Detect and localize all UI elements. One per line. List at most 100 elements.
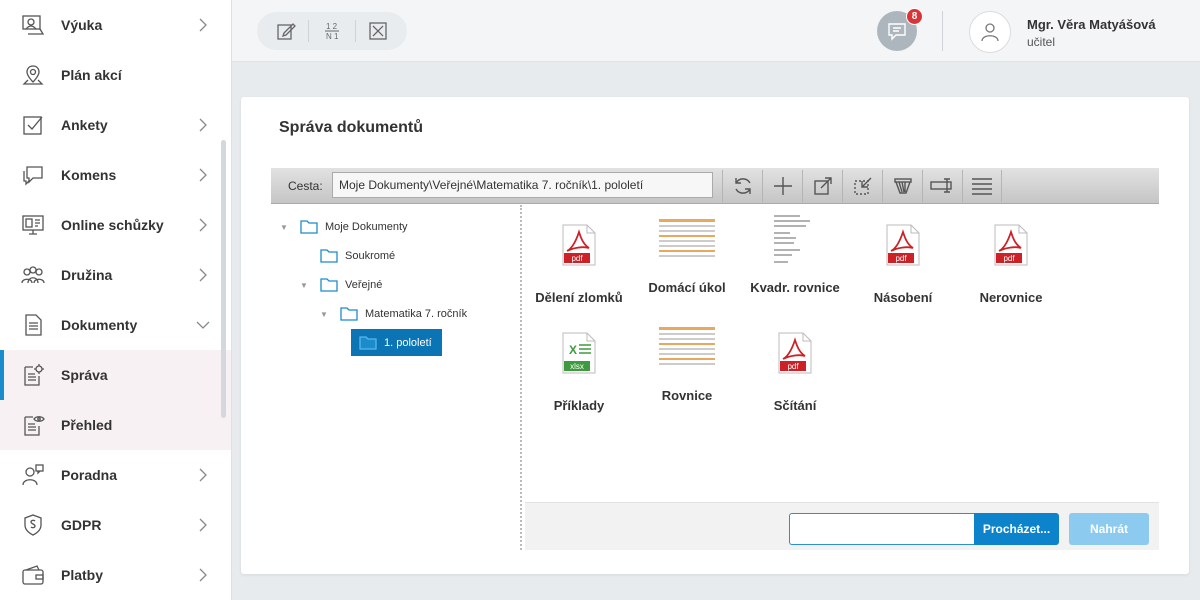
- sidebar-item-poradna[interactable]: Poradna: [0, 450, 231, 500]
- upload-button[interactable]: Nahrát: [1069, 513, 1149, 545]
- tree-node-label: Matematika 7. ročník: [365, 308, 468, 320]
- user-role: učitel: [1027, 35, 1056, 49]
- gdpr-icon: [20, 512, 46, 538]
- chevron-right-icon: [199, 18, 207, 32]
- sidebar: Výuka Plán akcí Ankety Komens Online sch…: [0, 0, 232, 600]
- sidebar-item-vyuka[interactable]: Výuka: [0, 0, 231, 50]
- sidebar-item-label: Přehled: [61, 417, 113, 433]
- sidebar-item-gdpr[interactable]: GDPR: [0, 500, 231, 550]
- pane-splitter[interactable]: [520, 205, 522, 550]
- add-button[interactable]: [762, 170, 802, 202]
- xlsx-file-icon: Xxlsx: [525, 323, 633, 383]
- avatar[interactable]: [969, 11, 1011, 53]
- refresh-icon: [734, 178, 751, 194]
- svg-text:N 1: N 1: [326, 32, 339, 41]
- chevron-right-icon: [199, 568, 207, 582]
- sidebar-item-label: Plán akcí: [61, 67, 122, 83]
- folder-icon: [320, 249, 338, 263]
- sidebar-item-label: Správa: [61, 367, 108, 383]
- expand-arrow-icon[interactable]: ▼: [320, 310, 330, 319]
- teaching-icon: [20, 12, 46, 38]
- file-name: Nerovnice: [979, 290, 1043, 305]
- file-item[interactable]: Xxlsx Příklady: [525, 323, 633, 413]
- user-icon: [981, 23, 999, 42]
- filter-button[interactable]: [882, 170, 922, 202]
- upload-file-input[interactable]: [789, 513, 974, 545]
- sidebar-item-dokumenty[interactable]: Dokumenty: [0, 300, 231, 350]
- topbar-divider: [942, 11, 943, 51]
- chevron-down-icon: [196, 321, 210, 329]
- tree-node-matematika[interactable]: ▼ Matematika 7. ročník: [320, 302, 467, 326]
- sidebar-scrollbar[interactable]: [221, 140, 226, 418]
- tree-node-label: Moje Dokumenty: [325, 221, 408, 233]
- user-name[interactable]: Mgr. Věra Matyášová: [1027, 17, 1156, 32]
- folder-icon: [320, 278, 338, 292]
- file-name: Příklady: [553, 398, 605, 413]
- file-item[interactable]: pdf Nerovnice: [957, 215, 1065, 305]
- tree-node-moje-dokumenty[interactable]: ▼ Moje Dokumenty: [280, 215, 408, 239]
- export-button[interactable]: [802, 170, 842, 202]
- chat-icon: [20, 162, 46, 188]
- list-view-icon: [972, 178, 992, 195]
- chevron-right-icon: [199, 468, 207, 482]
- refresh-button[interactable]: [722, 170, 762, 202]
- chevron-right-icon: [199, 168, 207, 182]
- file-item[interactable]: Kvadr. rovnice: [741, 205, 849, 295]
- browse-button[interactable]: Procházet...: [974, 513, 1059, 545]
- svg-text:1 2: 1 2: [326, 22, 338, 31]
- file-name: Násobení: [873, 290, 933, 305]
- list-view-button[interactable]: [962, 170, 1002, 202]
- svg-text:pdf: pdf: [895, 254, 907, 263]
- file-name: Kvadr. rovnice: [750, 280, 840, 295]
- tree-node-verejne[interactable]: ▼ Veřejné: [300, 273, 382, 297]
- sidebar-item-ankety[interactable]: Ankety: [0, 100, 231, 150]
- pdf-file-icon: pdf: [957, 215, 1065, 275]
- file-item[interactable]: Rovnice: [633, 313, 741, 403]
- document-icon: [20, 312, 46, 338]
- sidebar-item-prehled[interactable]: Přehled: [0, 400, 231, 450]
- document-view-icon: [20, 412, 46, 438]
- file-item[interactable]: Domácí úkol: [633, 205, 741, 295]
- document-settings-icon: [20, 362, 46, 388]
- rename-icon: [929, 178, 952, 193]
- folder-icon: [340, 307, 358, 321]
- file-item[interactable]: pdf Sčítání: [741, 323, 849, 413]
- svg-text:pdf: pdf: [787, 362, 799, 371]
- edit-icon[interactable]: [271, 16, 301, 46]
- import-button[interactable]: [842, 170, 882, 202]
- checkbox-icon: [20, 112, 46, 138]
- group-icon: [20, 262, 46, 288]
- expand-arrow-icon[interactable]: ▼: [280, 223, 290, 232]
- sidebar-item-online-schuzky[interactable]: Online schůzky: [0, 200, 231, 250]
- path-input[interactable]: Moje Dokumenty\Veřejné\Matematika 7. roč…: [332, 172, 713, 198]
- tree-node-label: 1. pololetí: [384, 336, 432, 349]
- map-pin-icon: [20, 62, 46, 88]
- tree-node-1-pololeti[interactable]: 1. pololetí: [351, 329, 442, 356]
- file-name: Dělení zlomků: [535, 290, 623, 305]
- pdf-file-icon: pdf: [741, 323, 849, 383]
- sidebar-item-druzina[interactable]: Družina: [0, 250, 231, 300]
- svg-text:pdf: pdf: [1003, 254, 1015, 263]
- sidebar-item-plan-akci[interactable]: Plán akcí: [0, 50, 231, 100]
- file-item[interactable]: pdf Násobení: [849, 215, 957, 305]
- fraction-icon[interactable]: 1 2N 1: [317, 16, 347, 46]
- svg-text:X: X: [569, 343, 577, 357]
- sidebar-item-platby[interactable]: Platby: [0, 550, 231, 600]
- document-preview-icon: [741, 205, 849, 275]
- file-item[interactable]: pdf Dělení zlomků: [525, 215, 633, 305]
- tree-node-soukrome[interactable]: Soukromé: [320, 244, 395, 268]
- expand-arrow-icon[interactable]: ▼: [300, 281, 310, 290]
- svg-text:pdf: pdf: [571, 254, 583, 263]
- svg-text:xlsx: xlsx: [570, 362, 584, 371]
- close-box-icon[interactable]: [363, 16, 393, 46]
- sidebar-item-komens[interactable]: Komens: [0, 150, 231, 200]
- rename-button[interactable]: [922, 170, 962, 202]
- filter-icon: [893, 178, 912, 194]
- message-icon: [888, 23, 906, 41]
- sidebar-item-sprava[interactable]: Správa: [0, 350, 231, 400]
- upload-bar: Procházet... Nahrát: [525, 502, 1159, 550]
- video-meeting-icon: [20, 212, 46, 238]
- chevron-right-icon: [199, 118, 207, 132]
- tree-node-label: Soukromé: [345, 250, 396, 262]
- folder-icon: [359, 335, 377, 350]
